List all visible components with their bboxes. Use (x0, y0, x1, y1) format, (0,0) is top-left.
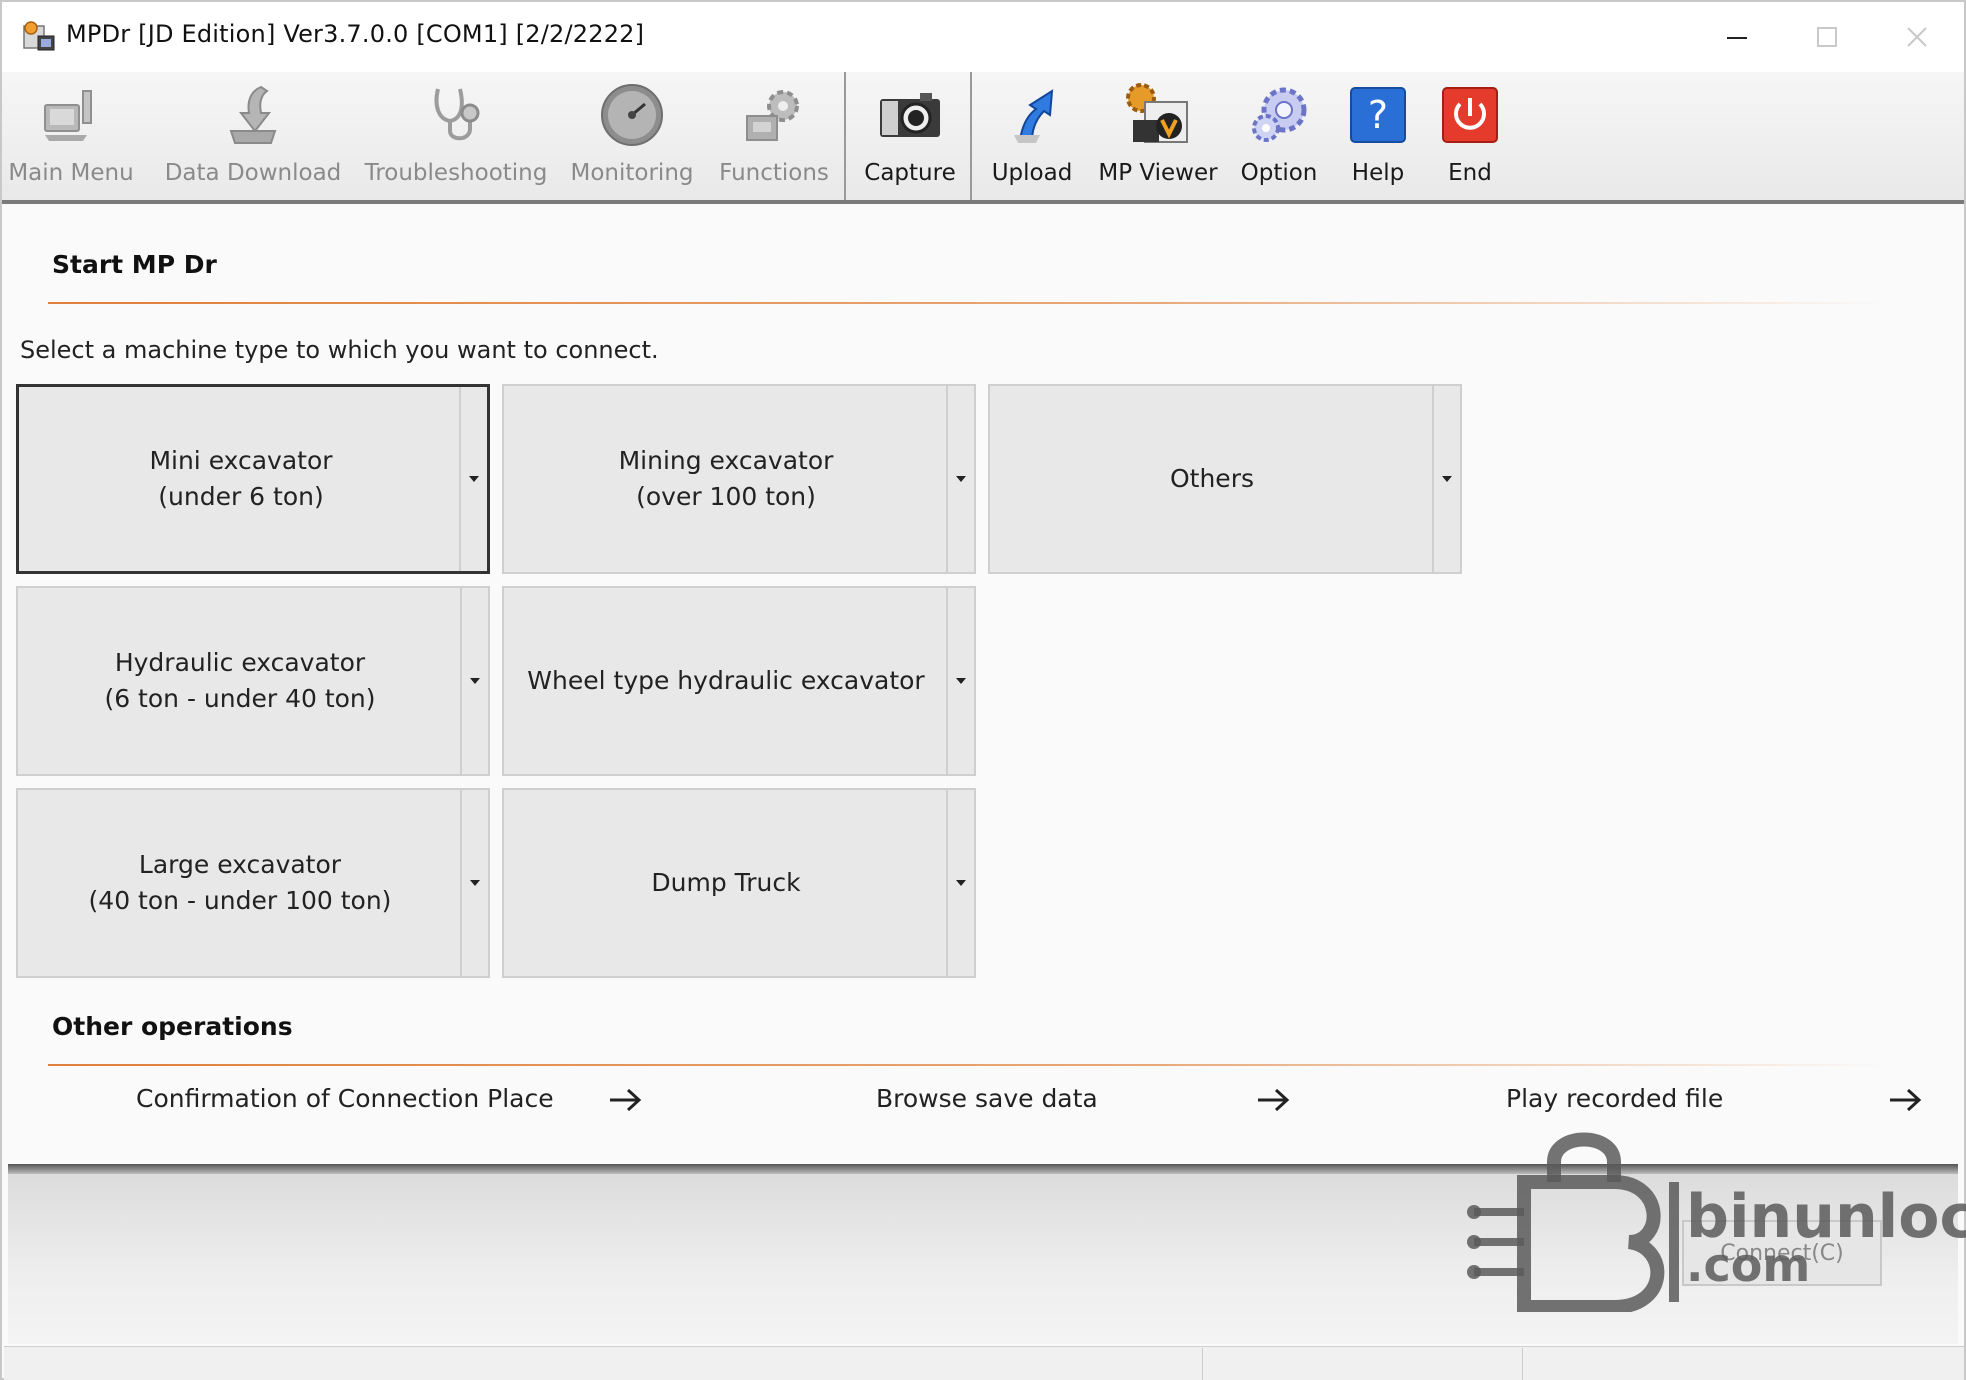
option-gear-icon (1252, 87, 1307, 142)
close-button[interactable] (1872, 2, 1962, 72)
capture-button[interactable]: Capture (862, 80, 958, 200)
gears-icon (746, 90, 799, 141)
padlock-logo-icon (1467, 1132, 1679, 1312)
status-bar (4, 1346, 1964, 1380)
chevron-down-icon (469, 476, 479, 482)
window-title: MPDr [JD Edition] Ver3.7.0.0 [COM1] [2/2… (66, 20, 645, 48)
machine-large-excavator-sublabel: (40 ton - under 100 ton) (88, 886, 392, 915)
machine-hydraulic-excavator-sublabel: (6 ton - under 40 ton) (104, 684, 376, 713)
stethoscope-icon (434, 88, 480, 141)
status-divider (1202, 1348, 1203, 1380)
status-divider (1522, 1348, 1523, 1380)
chevron-down-icon (956, 678, 966, 684)
upload-arrow-icon (1014, 89, 1054, 143)
main-menu-button[interactable]: Main Menu (8, 80, 134, 200)
end-button[interactable]: End (1434, 80, 1506, 200)
machine-others-label: Others (1169, 464, 1254, 493)
machine-hydraulic-excavator-label: Hydraulic excavator (114, 648, 366, 677)
option-button[interactable]: Option (1234, 80, 1324, 200)
mp-viewer-button[interactable]: MP Viewer (1096, 80, 1220, 200)
machine-others-dropdown[interactable] (1432, 386, 1460, 572)
toolbar-label-monitoring: Monitoring (570, 160, 694, 186)
toolbar-separator (970, 72, 972, 200)
minimize-button[interactable] (1692, 2, 1782, 72)
machine-mining-excavator-dropdown[interactable] (946, 386, 974, 572)
toolbar-label-main-menu: Main Menu (8, 160, 134, 186)
start-section-divider (48, 302, 1888, 304)
toolbar-label-capture: Capture (864, 160, 956, 186)
watermark-text-domain: .com (1686, 1238, 1811, 1292)
toolbar-label-end: End (1448, 160, 1492, 186)
functions-button[interactable]: Functions (718, 80, 830, 200)
title-bar: MPDr [JD Edition] Ver3.7.0.0 [COM1] [2/2… (2, 2, 1964, 72)
download-arrow-icon (229, 85, 277, 144)
power-icon (1442, 87, 1498, 143)
maximize-button[interactable] (1782, 2, 1872, 72)
computer-icon (44, 90, 92, 141)
arrow-right-icon[interactable] (1888, 1086, 1922, 1114)
machine-mini-excavator-label: Mini excavator (149, 446, 333, 475)
machine-dump-truck-label: Dump Truck (651, 868, 801, 897)
machine-mining-excavator-label: Mining excavator (618, 446, 834, 475)
machine-large-excavator-dropdown[interactable] (460, 790, 488, 976)
start-section-title: Start MP Dr (52, 250, 217, 279)
other-operations-title: Other operations (52, 1012, 293, 1041)
machine-dump-truck-button[interactable]: Dump Truck (502, 788, 976, 978)
machine-large-excavator-button[interactable]: Large excavator (40 ton - under 100 ton) (16, 788, 490, 978)
machine-wheel-excavator-button[interactable]: Wheel type hydraulic excavator (502, 586, 976, 776)
chevron-down-icon (470, 880, 480, 886)
chevron-down-icon (1442, 476, 1452, 482)
toolbar-label-functions: Functions (719, 160, 829, 186)
toolbar: Main Menu Data Download Troubleshooting (2, 72, 1964, 204)
close-icon (1907, 27, 1927, 47)
maximize-icon (1817, 27, 1837, 47)
other-operations-divider (48, 1064, 1888, 1066)
machine-hydraulic-excavator-dropdown[interactable] (460, 588, 488, 774)
machine-mining-excavator-button[interactable]: Mining excavator (over 100 ton) (502, 384, 976, 574)
arrow-right-icon[interactable] (608, 1086, 642, 1114)
browse-save-data-link[interactable]: Browse save data (876, 1084, 1098, 1113)
help-button[interactable]: ? Help (1342, 80, 1414, 200)
minimize-icon (1727, 37, 1747, 39)
app-window: MPDr [JD Edition] Ver3.7.0.0 [COM1] [2/2… (0, 0, 1966, 1380)
toolbar-label-help: Help (1351, 160, 1405, 186)
chevron-down-icon (956, 476, 966, 482)
watermark-logo: binunlock .com (1464, 1112, 1966, 1312)
toolbar-label-mp-viewer: MP Viewer (1098, 160, 1218, 186)
data-download-button[interactable]: Data Download (165, 80, 341, 200)
machine-mining-excavator-sublabel: (over 100 ton) (636, 482, 816, 511)
machine-wheel-excavator-label: Wheel type hydraulic excavator (527, 666, 925, 695)
toolbar-label-troubleshooting: Troubleshooting (364, 160, 548, 186)
svg-text:?: ? (1368, 93, 1388, 137)
chevron-down-icon (956, 880, 966, 886)
monitoring-button[interactable]: Monitoring (570, 80, 694, 200)
toolbar-label-upload: Upload (991, 160, 1073, 186)
play-recorded-file-link[interactable]: Play recorded file (1506, 1084, 1723, 1113)
troubleshooting-button[interactable]: Troubleshooting (364, 80, 548, 200)
toolbar-separator (844, 72, 846, 200)
chevron-down-icon (470, 678, 480, 684)
toolbar-label-option: Option (1240, 160, 1318, 186)
machine-dump-truck-dropdown[interactable] (946, 790, 974, 976)
upload-button[interactable]: Upload (986, 80, 1078, 200)
app-icon (23, 21, 55, 51)
mp-viewer-icon (1126, 83, 1188, 143)
machine-large-excavator-label: Large excavator (138, 850, 342, 879)
machine-hydraulic-excavator-button[interactable]: Hydraulic excavator (6 ton - under 40 to… (16, 586, 490, 776)
machine-mini-excavator-dropdown[interactable] (459, 387, 487, 571)
machine-mini-excavator-sublabel: (under 6 ton) (158, 482, 324, 511)
camera-icon (880, 93, 940, 137)
machine-others-button[interactable]: Others (988, 384, 1462, 574)
instruction-text: Select a machine type to which you want … (20, 336, 659, 364)
arrow-right-icon[interactable] (1256, 1086, 1290, 1114)
machine-wheel-excavator-dropdown[interactable] (946, 588, 974, 774)
toolbar-label-data-download: Data Download (164, 160, 342, 186)
machine-mini-excavator-button[interactable]: Mini excavator (under 6 ton) (16, 384, 490, 574)
confirm-connection-place-link[interactable]: Confirmation of Connection Place (136, 1084, 554, 1113)
gauge-icon (601, 84, 663, 146)
help-icon: ? (1350, 87, 1406, 143)
